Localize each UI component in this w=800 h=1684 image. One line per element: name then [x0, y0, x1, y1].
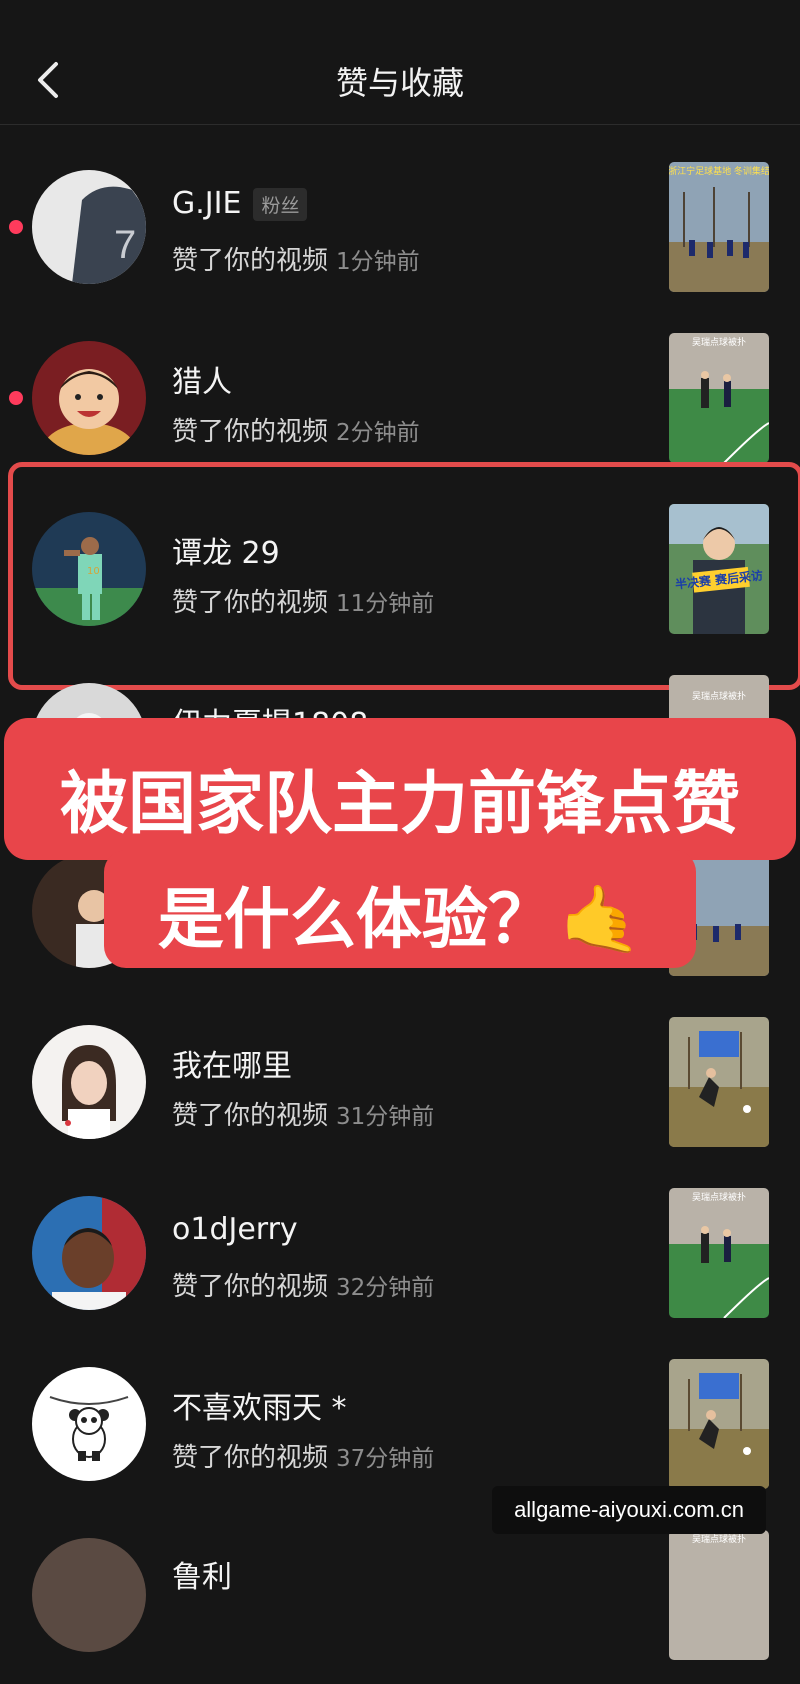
- svg-text:10: 10: [87, 566, 100, 577]
- like-action: 赞了你的视频 11分钟前: [172, 588, 435, 618]
- like-action: 赞了你的视频 31分钟前: [172, 1101, 435, 1131]
- like-action: 赞了你的视频 2分钟前: [172, 417, 420, 447]
- user-name[interactable]: 谭龙 29: [172, 528, 280, 572]
- timestamp: 1分钟前: [336, 249, 420, 275]
- list-item[interactable]: o1dJerry 赞了你的视频 32分钟前 吴瑞点球被扑: [0, 1172, 800, 1342]
- banner-line-2: 是什么体验？🤙: [157, 881, 643, 958]
- unread-dot: [9, 220, 23, 234]
- list-item[interactable]: 我在哪里 赞了你的视频 31分钟前: [0, 1001, 800, 1171]
- unread-dot: [9, 391, 23, 405]
- avatar[interactable]: [32, 341, 146, 455]
- avatar[interactable]: 7: [32, 170, 146, 284]
- timestamp: 32分钟前: [336, 1275, 435, 1301]
- video-thumbnail[interactable]: 吴瑞点球被扑: [669, 333, 769, 463]
- user-name[interactable]: o1dJerry: [172, 1212, 298, 1247]
- thumbnail-caption: 吴瑞点球被扑: [692, 690, 746, 702]
- fan-badge: 粉丝: [253, 188, 308, 221]
- banner-line-1: 被国家队主力前锋点赞: [59, 765, 740, 844]
- avatar[interactable]: [32, 1367, 146, 1481]
- video-thumbnail[interactable]: [669, 1017, 769, 1147]
- timestamp: 37分钟前: [336, 1446, 435, 1472]
- video-thumbnail[interactable]: [669, 1359, 769, 1489]
- user-name[interactable]: 我在哪里: [172, 1041, 292, 1085]
- user-name[interactable]: 猎人: [172, 357, 232, 401]
- thumbnail-caption: 吴瑞点球被扑: [692, 1191, 746, 1203]
- list-item[interactable]: 7 G.JIE 粉丝 赞了你的视频 1分钟前 浙江宁足球基地 冬训集结: [0, 146, 800, 316]
- video-thumbnail[interactable]: 浙江宁足球基地 冬训集结: [669, 162, 769, 292]
- thumbnail-caption: 吴瑞点球被扑: [692, 1533, 746, 1545]
- user-name[interactable]: 不喜欢雨天 *: [172, 1383, 347, 1427]
- svg-text:7: 7: [114, 223, 136, 267]
- avatar[interactable]: [32, 1196, 146, 1310]
- user-name[interactable]: 鲁利: [172, 1552, 232, 1596]
- nav-header: 赞与收藏: [0, 0, 800, 125]
- like-action: 赞了你的视频 37分钟前: [172, 1443, 435, 1473]
- watermark: allgame-aiyouxi.com.cn: [492, 1486, 766, 1534]
- call-me-hand-emoji: 🤙: [559, 881, 643, 958]
- thumbnail-caption: 吴瑞点球被扑: [692, 336, 746, 348]
- timestamp: 31分钟前: [336, 1104, 435, 1130]
- avatar[interactable]: [32, 1538, 146, 1652]
- page-title: 赞与收藏: [335, 64, 464, 102]
- video-thumbnail[interactable]: 半决赛 赛后采访: [669, 504, 769, 634]
- list-item[interactable]: 10 谭龙 29 赞了你的视频 11分钟前 半决赛 赛后采访: [0, 488, 800, 658]
- user-name[interactable]: G.JIE 粉丝: [172, 186, 308, 221]
- avatar[interactable]: [32, 1025, 146, 1139]
- list-item[interactable]: 猎人 赞了你的视频 2分钟前 吴瑞点球被扑: [0, 317, 800, 487]
- caption-banner: 被国家队主力前锋点赞: [4, 718, 796, 860]
- thumbnail-caption: 浙江宁足球基地 冬训集结: [669, 165, 769, 177]
- video-thumbnail[interactable]: 吴瑞点球被扑: [669, 1530, 769, 1660]
- avatar[interactable]: 10: [32, 512, 146, 626]
- caption-banner-2: 是什么体验？🤙: [104, 850, 696, 968]
- like-action: 赞了你的视频 1分钟前: [172, 246, 420, 276]
- timestamp: 11分钟前: [336, 591, 435, 617]
- like-action: 赞了你的视频 32分钟前: [172, 1272, 435, 1302]
- list-item[interactable]: 鲁利 吴瑞点球被扑: [0, 1514, 800, 1684]
- timestamp: 2分钟前: [336, 420, 420, 446]
- video-thumbnail[interactable]: 吴瑞点球被扑: [669, 1188, 769, 1318]
